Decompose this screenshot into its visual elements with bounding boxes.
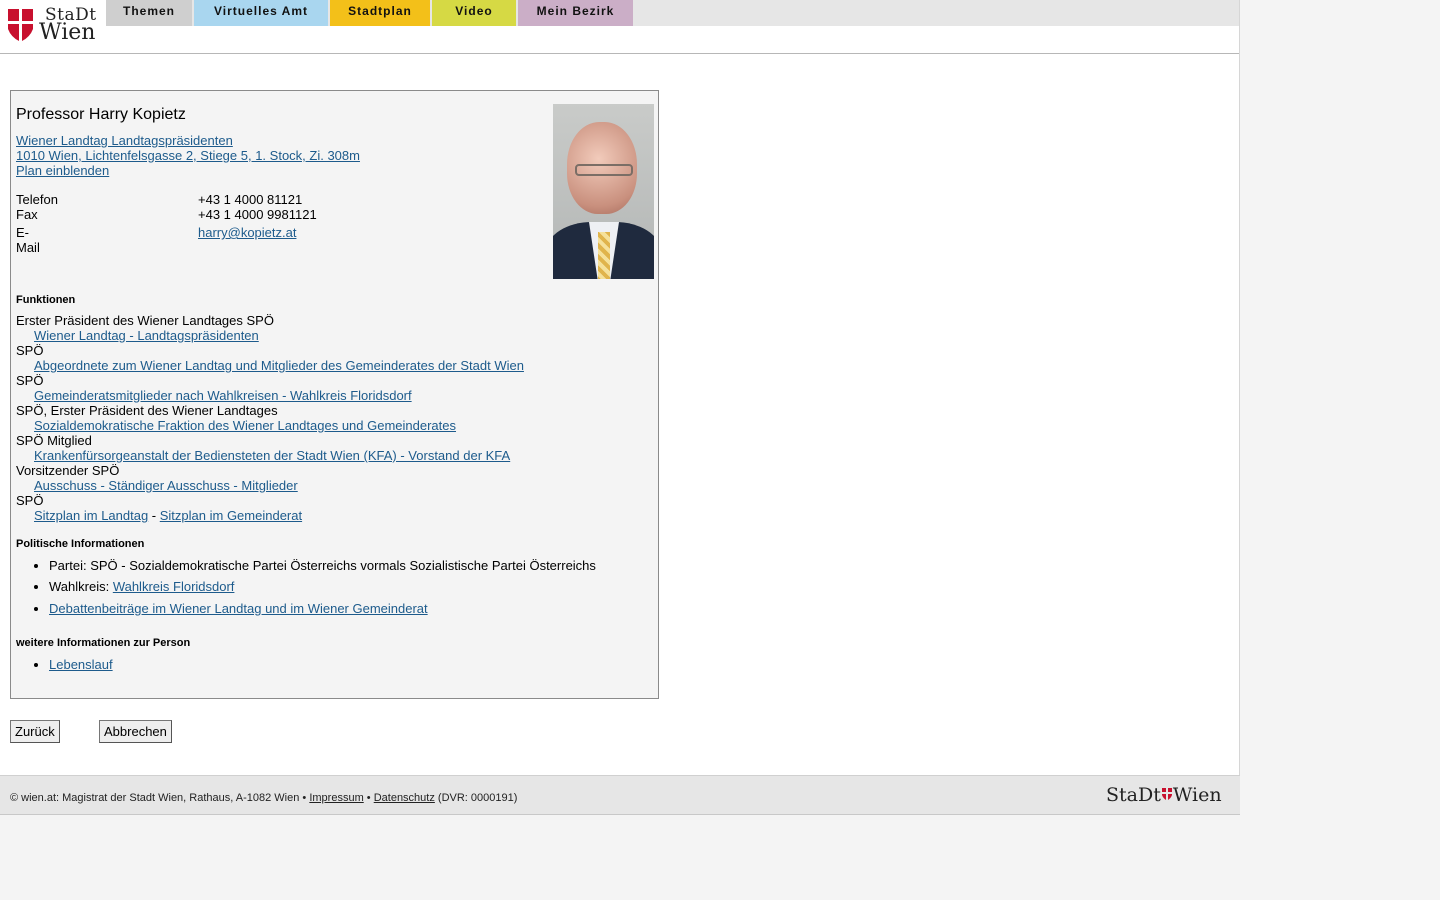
fax-value: +43 1 4000 9981121 xyxy=(198,207,317,222)
functions-heading: Funktionen xyxy=(16,294,76,306)
cv-item: Lebenslauf xyxy=(49,657,113,672)
function-role: Erster Präsident des Wiener Landtages SP… xyxy=(16,313,274,328)
function-link[interactable]: Sozialdemokratische Fraktion des Wiener … xyxy=(16,418,524,433)
tab-mein-bezirk[interactable]: Mein Bezirk xyxy=(518,0,633,26)
function-role: SPÖ xyxy=(16,343,44,358)
party-value: SPÖ - Sozialdemokratische Partei Österre… xyxy=(90,558,596,573)
seat-plan-links: Sitzplan im Landtag - Sitzplan im Gemein… xyxy=(16,508,524,523)
contact-label: Telefon xyxy=(16,192,58,207)
site-header: StaDt Wien Themen Virtuelles Amt Stadtpl… xyxy=(0,0,1239,54)
footer-logo-stadt: StaDt xyxy=(1106,784,1161,806)
back-button[interactable]: Zurück xyxy=(10,720,60,743)
function-role: SPÖ Mitglied xyxy=(16,433,92,448)
contact-label: Fax xyxy=(16,207,38,222)
address-link[interactable]: 1010 Wien, Lichtenfelsgasse 2, Stiege 5,… xyxy=(16,148,360,163)
function-link[interactable]: Wiener Landtag - Landtagspräsidenten xyxy=(16,328,524,343)
logo-text-wien: Wien xyxy=(39,20,96,45)
cancel-button[interactable]: Abbrechen xyxy=(99,720,172,743)
debates-link[interactable]: Debattenbeiträge im Wiener Landtag und i… xyxy=(49,601,428,616)
seat-plan-landtag-link[interactable]: Sitzplan im Landtag xyxy=(34,508,148,523)
seat-plan-separator: - xyxy=(148,508,160,523)
impressum-link[interactable]: Impressum xyxy=(309,792,363,804)
main-navigation: Themen Virtuelles Amt Stadtplan Video Me… xyxy=(106,0,1239,26)
more-info-list: Lebenslauf xyxy=(16,657,113,672)
party-label: Partei: xyxy=(49,558,91,573)
tab-stadtplan[interactable]: Stadtplan xyxy=(330,0,430,26)
institution-link[interactable]: Wiener Landtag Landtagspräsidenten xyxy=(16,133,360,148)
political-info-heading: Politische Informationen xyxy=(16,538,145,550)
footer-dvr: (DVR: 0000191) xyxy=(434,792,518,804)
show-map-link[interactable]: Plan einblenden xyxy=(16,163,360,178)
more-info-heading: weitere Informationen zur Person xyxy=(16,637,191,649)
person-name: Professor Harry Kopietz xyxy=(16,106,186,123)
datenschutz-link[interactable]: Datenschutz xyxy=(374,792,435,804)
function-role: Vorsitzender SPÖ xyxy=(16,463,120,478)
district-label: Wahlkreis: xyxy=(49,579,113,594)
person-photo xyxy=(553,104,654,279)
functions-list: Erster Präsident des Wiener Landtages SP… xyxy=(16,313,524,523)
function-role: SPÖ xyxy=(16,493,44,508)
cv-link[interactable]: Lebenslauf xyxy=(49,657,113,672)
district-link[interactable]: Wahlkreis Floridsdorf xyxy=(113,579,235,594)
function-role: SPÖ, Erster Präsident des Wiener Landtag… xyxy=(16,403,278,418)
address-block: Wiener Landtag Landtagspräsidenten 1010 … xyxy=(16,133,360,178)
email-link[interactable]: harry@kopietz.at xyxy=(198,225,296,240)
page: StaDt Wien Themen Virtuelles Amt Stadtpl… xyxy=(0,0,1240,815)
footer-copyright: © wien.at: Magistrat der Stadt Wien, Rat… xyxy=(10,792,310,804)
seat-plan-gemeinderat-link[interactable]: Sitzplan im Gemeinderat xyxy=(160,508,302,523)
district-item: Wahlkreis: Wahlkreis Floridsdorf xyxy=(49,579,596,594)
phone-value: +43 1 4000 81121 xyxy=(198,192,303,207)
political-info-list: Partei: SPÖ - Sozialdemokratische Partei… xyxy=(16,558,596,616)
footer-separator: • xyxy=(363,792,374,804)
function-link[interactable]: Ausschuss - Ständiger Ausschuss - Mitgli… xyxy=(16,478,524,493)
footer-logo-wien: Wien xyxy=(1172,784,1222,806)
footer-logo[interactable]: StaDt Wien xyxy=(1106,784,1222,806)
function-link[interactable]: Krankenfürsorgeanstalt der Bediensteten … xyxy=(16,448,524,463)
tab-video[interactable]: Video xyxy=(432,0,516,26)
tab-themen[interactable]: Themen xyxy=(106,0,192,26)
function-link[interactable]: Gemeinderatsmitglieder nach Wahlkreisen … xyxy=(16,388,524,403)
function-role: SPÖ xyxy=(16,373,44,388)
debates-item: Debattenbeiträge im Wiener Landtag und i… xyxy=(49,601,596,616)
site-footer: © wien.at: Magistrat der Stadt Wien, Rat… xyxy=(0,775,1240,815)
person-detail-card: Professor Harry Kopietz Wiener Landtag L… xyxy=(10,90,659,699)
footer-text: © wien.at: Magistrat der Stadt Wien, Rat… xyxy=(10,792,517,804)
function-link[interactable]: Abgeordnete zum Wiener Landtag und Mitgl… xyxy=(16,358,524,373)
contact-label: E-Mail xyxy=(16,225,40,255)
party-item: Partei: SPÖ - Sozialdemokratische Partei… xyxy=(49,558,596,573)
wien-shield-icon xyxy=(1161,788,1172,800)
wien-shield-icon xyxy=(8,9,33,41)
tab-virtuelles-amt[interactable]: Virtuelles Amt xyxy=(194,0,328,26)
stadt-wien-logo[interactable]: StaDt Wien xyxy=(7,5,102,45)
